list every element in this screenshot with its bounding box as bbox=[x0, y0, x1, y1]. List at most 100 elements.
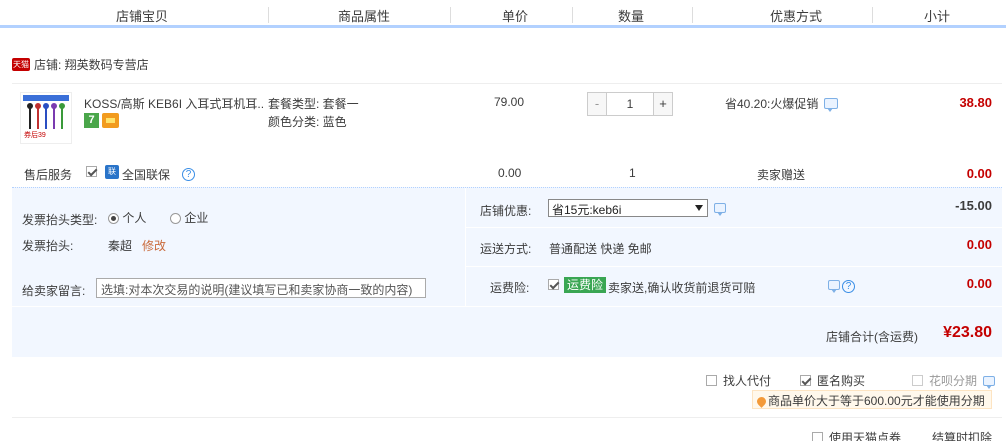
thumbnail-price: 券后39 bbox=[24, 132, 46, 139]
checkbox-checked-icon bbox=[86, 166, 97, 178]
col-attributes: 商品属性 bbox=[337, 9, 390, 24]
col-quantity: 数量 bbox=[617, 9, 644, 24]
promo-info: 省40.20:火爆促销 bbox=[725, 95, 839, 112]
earbud-image bbox=[37, 105, 39, 129]
order-options-panel: 发票抬头类型: 个人 企业 发票抬头: 秦超 修改 给卖家留言: 选填:对本次交… bbox=[12, 187, 1002, 357]
invoice-type-label: 发票抬头类型: bbox=[22, 213, 98, 227]
product-title-link[interactable]: KOSS/高斯 KEB6I 入耳式耳机耳... bbox=[84, 95, 264, 112]
unit-price: 79.00 bbox=[494, 95, 525, 109]
panel-divider bbox=[465, 227, 1002, 228]
proxy-pay-label: 找人代付 bbox=[723, 374, 772, 388]
col-subtotal: 小计 bbox=[923, 9, 950, 24]
header-divider bbox=[268, 7, 269, 23]
shop-total-amount: ¥23.80 bbox=[943, 324, 992, 341]
service-help[interactable]: ? bbox=[182, 166, 195, 181]
invoice-title-label: 发票抬头: bbox=[22, 239, 74, 253]
qty-plus-button[interactable]: + bbox=[653, 92, 673, 116]
anonymous-label: 匿名购买 bbox=[817, 374, 866, 388]
shipping-amount: 0.00 bbox=[966, 237, 992, 252]
thumbnail-banner bbox=[23, 95, 69, 101]
insurance-amount: 0.00 bbox=[966, 276, 992, 291]
message-label: 给卖家留言: bbox=[22, 284, 86, 298]
invoice-company-option[interactable]: 企业 bbox=[170, 209, 208, 226]
checkbox-icon bbox=[812, 432, 823, 441]
service-badges: 7 bbox=[84, 113, 119, 128]
shop-discount-select[interactable]: 省15元:keb6i bbox=[548, 199, 708, 217]
product-thumbnail[interactable]: 券后39 bbox=[20, 92, 72, 144]
help-icon: ? bbox=[842, 280, 855, 293]
dropdown-arrow-icon bbox=[695, 205, 703, 211]
header-divider bbox=[450, 7, 451, 23]
insurance-checkbox[interactable] bbox=[548, 277, 559, 291]
proxy-pay-option[interactable]: 找人代付 bbox=[706, 372, 771, 389]
col-shop-item: 店铺宝贝 bbox=[115, 9, 168, 24]
huabei-option[interactable]: 花呗分期 bbox=[912, 372, 996, 389]
shop-header: 天猫 店铺: 翔英数码专营店 bbox=[12, 55, 149, 73]
header-divider bbox=[872, 7, 873, 23]
insurance-badge: 运费险 bbox=[564, 277, 607, 293]
quantity-stepper: - 1 + bbox=[587, 92, 673, 116]
settle-deduct-label: 结算时扣除 bbox=[932, 431, 993, 441]
shipping-label: 运送方式: bbox=[480, 242, 532, 256]
earbud-image bbox=[53, 105, 55, 129]
insurance-text: 卖家送,确认收货前退货可赔 bbox=[608, 281, 756, 295]
earbud-image bbox=[29, 105, 31, 129]
checkbox-disabled-icon bbox=[912, 375, 923, 386]
installment-tip: 商品单价大于等于600.00元才能使用分期 bbox=[752, 390, 992, 409]
attr-color: 颜色分类: 蓝色 bbox=[268, 115, 347, 129]
tmall-icon: 天猫 bbox=[12, 57, 30, 71]
comment-icon bbox=[714, 203, 726, 216]
invoice-edit-link[interactable]: 修改 bbox=[142, 237, 166, 254]
invoice-company-label: 企业 bbox=[184, 211, 209, 225]
order-table-header: 店铺宝贝 商品属性 单价 数量 优惠方式 小计 bbox=[0, 0, 1006, 28]
panel-divider bbox=[465, 188, 466, 306]
tmall-coupon-option[interactable]: 使用天猫点券 bbox=[812, 429, 901, 441]
shield-icon: 联 bbox=[105, 165, 119, 179]
location-pin-icon bbox=[755, 395, 768, 408]
service-total: 0.00 bbox=[966, 166, 992, 181]
checkbox-checked-icon bbox=[800, 375, 811, 386]
panel-divider bbox=[465, 266, 1002, 267]
installment-tip-text: 商品单价大于等于600.00元才能使用分期 bbox=[768, 394, 985, 408]
comment-icon[interactable] bbox=[983, 375, 996, 389]
col-discount: 优惠方式 bbox=[769, 9, 822, 24]
attr-package-type: 套餐类型: 套餐一 bbox=[268, 97, 359, 111]
service-name: 全国联保 bbox=[122, 168, 171, 182]
service-qty: 1 bbox=[629, 166, 636, 180]
col-unit-price: 单价 bbox=[501, 9, 528, 24]
invoice-personal-label: 个人 bbox=[122, 211, 147, 225]
shop-name[interactable]: 店铺: 翔英数码专营店 bbox=[34, 56, 149, 73]
message-input[interactable]: 选填:对本次交易的说明(建议填写已和卖家协商一致的内容) bbox=[96, 278, 426, 298]
insurance-comment[interactable] bbox=[828, 279, 840, 293]
shop-discount-label: 店铺优惠: bbox=[480, 204, 532, 218]
earbud-image bbox=[61, 105, 63, 129]
panel-divider bbox=[12, 306, 1002, 307]
shop-total-label: 店铺合计(含运费) bbox=[826, 330, 918, 344]
anonymous-option[interactable]: 匿名购买 bbox=[800, 372, 865, 389]
comment-icon[interactable] bbox=[824, 98, 839, 112]
service-checkbox[interactable] bbox=[86, 164, 97, 178]
invoice-personal-option[interactable]: 个人 bbox=[108, 209, 146, 226]
invoice-title-value: 秦超 bbox=[108, 239, 133, 253]
service-gift: 卖家赠送 bbox=[757, 168, 806, 182]
insurance-help[interactable]: ? bbox=[842, 278, 855, 293]
tmall-coupon-label: 使用天猫点券 bbox=[829, 431, 902, 441]
help-icon: ? bbox=[182, 168, 195, 181]
qty-input[interactable]: 1 bbox=[607, 92, 653, 116]
radio-unselected-icon bbox=[170, 213, 181, 225]
shipping-value: 普通配送 快递 免邮 bbox=[549, 242, 652, 256]
qty-minus-button[interactable]: - bbox=[587, 92, 607, 116]
checkbox-checked-icon bbox=[548, 279, 559, 291]
service-price: 0.00 bbox=[498, 166, 522, 180]
radio-selected-icon bbox=[108, 213, 119, 225]
discount-comment[interactable] bbox=[714, 202, 726, 216]
header-divider bbox=[692, 7, 693, 23]
huabei-label: 花呗分期 bbox=[929, 374, 978, 388]
credit-card-icon bbox=[102, 113, 119, 128]
insurance-label: 运费险: bbox=[490, 281, 530, 295]
header-divider bbox=[572, 7, 573, 23]
divider bbox=[12, 417, 1002, 418]
shop-discount-amount: -15.00 bbox=[955, 198, 992, 213]
checkbox-icon bbox=[706, 375, 717, 386]
comment-icon bbox=[828, 280, 840, 293]
